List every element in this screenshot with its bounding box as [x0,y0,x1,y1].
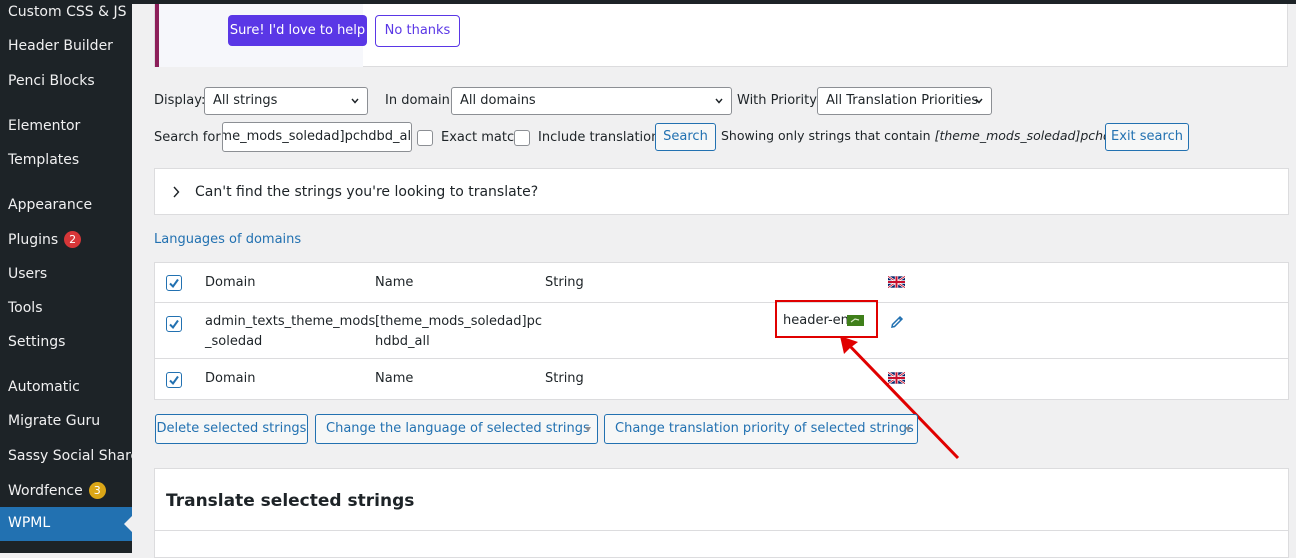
sidebar-item-templates[interactable]: Templates [8,152,79,168]
column-footer-string[interactable]: String [545,369,584,389]
table-divider [155,302,1288,303]
sidebar-item-sassy-social-share[interactable]: Sassy Social Share [8,448,139,464]
panel-divider [155,530,1288,531]
domain-filter-label: In domain: [385,93,455,108]
translation-status-icon [847,315,864,326]
column-header-name[interactable]: Name [375,273,413,293]
checkmark-icon [169,278,179,289]
sidebar-item-label: Custom CSS & JS [8,4,127,20]
sidebar-item-header-builder[interactable]: Header Builder [8,38,113,54]
uk-flag-icon [888,276,905,288]
sidebar-item-label: Tools [8,300,43,316]
column-footer-domain[interactable]: Domain [205,369,255,389]
sidebar-item-label: Penci Blocks [8,73,95,89]
sidebar-item-automatic[interactable]: Automatic [8,379,80,395]
exit-search-button[interactable]: Exit search [1105,123,1189,151]
table-divider [155,358,1288,359]
sidebar-item-appearance[interactable]: Appearance [8,197,92,213]
search-status-prefix: Showing only strings that contain [721,128,931,143]
column-header-domain[interactable]: Domain [205,273,255,293]
current-menu-arrow [124,516,132,532]
pencil-icon[interactable] [889,314,905,330]
chevron-right-icon [173,186,180,198]
sidebar-item-label: Settings [8,334,66,350]
sidebar-item-label: Elementor [8,118,81,134]
change-language-dropdown[interactable]: Change the language of selected strings [315,414,598,444]
row-domain-line2: _soledad [205,334,263,349]
sidebar-item-label: Users [8,266,48,282]
annotation-arrow [840,336,960,460]
search-button[interactable]: Search [655,123,716,151]
sidebar-item-wordfence[interactable]: Wordfence 3 [8,482,106,499]
wordfence-alert-badge: 3 [88,482,106,499]
languages-of-domains-link[interactable]: Languages of domains [154,232,301,247]
row-checkbox[interactable] [166,316,182,332]
sidebar-item-label: Templates [8,152,80,168]
row-domain-line1: admin_texts_theme_mods [205,314,376,329]
sidebar-item-tools[interactable]: Tools [8,300,43,316]
plugins-update-badge: 2 [64,231,82,248]
sidebar-item-label: WPML [8,515,51,531]
display-filter-select[interactable]: All strings [204,87,368,115]
include-translations-checkbox[interactable] [514,130,530,146]
change-priority-dropdown[interactable]: Change translation priority of selected … [604,414,918,444]
column-header-string[interactable]: String [545,273,584,293]
exact-match-checkbox[interactable] [417,130,433,146]
exact-match-label: Exact match [441,130,523,145]
sidebar-item-wpml[interactable]: WPML [0,507,132,541]
domain-filter-value: All domains [460,93,536,108]
notice-dismiss-button[interactable]: No thanks [375,15,460,47]
sidebar-item-migrate-guru[interactable]: Migrate Guru [8,413,100,429]
sidebar-item-label: Plugins [8,232,59,248]
include-translations-label: Include translations [538,130,667,145]
notice-accept-button[interactable]: Sure! I'd love to help [228,15,367,46]
admin-sidebar: Custom CSS & JS Header Builder Penci Blo… [0,0,139,553]
sidebar-item-label: Wordfence [8,483,83,499]
translate-selected-panel [154,468,1289,558]
row-name-line1: [theme_mods_soledad]pc [375,314,542,329]
chevron-down-icon [715,98,723,104]
dropdown-arrow-icon [905,427,911,432]
row-string-value[interactable]: header-en [783,311,849,331]
search-label: Search for: [154,130,225,145]
search-status-text: Showing only strings that contain [theme… [721,128,1148,143]
dropdown-arrow-icon [585,427,591,432]
column-footer-name[interactable]: Name [375,369,413,389]
sidebar-item-custom-css-js[interactable]: Custom CSS & JS [8,4,126,20]
search-input[interactable]: [theme_mods_soledad]pchdbd_all [222,122,412,152]
sidebar-item-penci-blocks[interactable]: Penci Blocks [8,73,95,89]
priority-filter-value: All Translation Priorities [826,93,979,108]
sidebar-item-elementor[interactable]: Elementor [8,118,80,134]
sidebar-item-label: Sassy Social Share [8,448,140,464]
chevron-down-icon [351,98,359,104]
sidebar-item-plugins[interactable]: Plugins 2 [8,231,82,248]
display-filter-value: All strings [213,93,278,108]
search-input-value: [theme_mods_soledad]pchdbd_all [223,129,412,144]
change-language-label: Change the language of selected strings [326,421,590,436]
sidebar-item-users[interactable]: Users [8,266,47,282]
select-all-checkbox[interactable] [166,275,182,291]
sidebar-item-label: Automatic [8,379,80,395]
change-priority-label: Change translation priority of selected … [615,421,914,436]
checkmark-icon [169,375,179,386]
help-collapsible-title: Can't find the strings you're looking to… [195,184,539,200]
checkmark-icon [169,319,179,330]
chevron-down-icon [975,98,983,104]
display-filter-label: Display: [154,93,206,108]
select-all-checkbox-footer[interactable] [166,372,182,388]
translate-panel-title: Translate selected strings [166,491,415,511]
priority-filter-label: With Priority: [737,93,821,108]
sidebar-item-settings[interactable]: Settings [8,334,65,350]
sidebar-item-label: Migrate Guru [8,413,101,429]
row-name-line2: hdbd_all [375,334,430,349]
domain-filter-select[interactable]: All domains [451,87,732,115]
delete-selected-strings-button[interactable]: Delete selected strings [155,414,308,444]
priority-filter-select[interactable]: All Translation Priorities [817,87,992,115]
sidebar-item-label: Header Builder [8,38,113,54]
sidebar-item-label: Appearance [8,197,93,213]
